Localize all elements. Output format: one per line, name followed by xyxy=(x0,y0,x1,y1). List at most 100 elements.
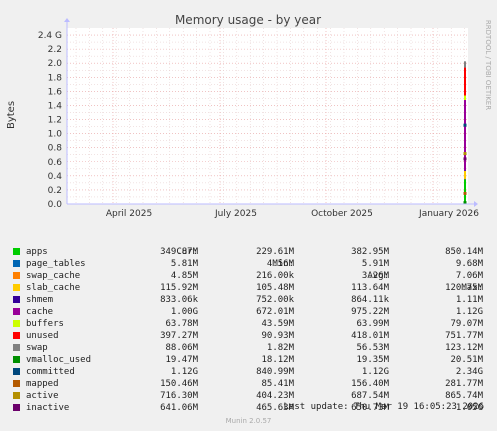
legend-label-cache: cache xyxy=(26,307,54,317)
legend-min-active: 404.23M xyxy=(256,391,294,401)
legend-min-unused: 90.93M xyxy=(261,331,294,341)
legend-max-cache: 1.12G xyxy=(455,307,483,317)
legend-avg-active: 687.54M xyxy=(351,391,389,401)
legend-max-active: 865.74M xyxy=(445,391,483,401)
legend-cur-active: 716.30M xyxy=(160,391,198,401)
legend-min-swap_cache: 216.00k xyxy=(256,271,294,281)
legend-label-vmalloc_used: vmalloc_used xyxy=(26,355,92,365)
munin-version: Munin 2.0.57 xyxy=(225,417,272,425)
legend-label-swap: swap xyxy=(26,343,48,353)
legend-row-swap_cache: swap_cache 4.85M 216.00k 3.26M 7.06M xyxy=(0,270,497,282)
y-tick-label: 2.0 xyxy=(48,59,63,69)
legend-swatch-shmem xyxy=(13,296,20,303)
legend-cur-mapped: 150.46M xyxy=(160,379,198,389)
x-tick-label: October 2025 xyxy=(311,209,373,219)
legend-row-cache: cache 1.00G 672.01M 975.22M 1.12G xyxy=(0,306,497,318)
y-tick-label: 1.8 xyxy=(48,73,63,83)
legend-swatch-cache xyxy=(13,308,20,315)
legend-label-mapped: mapped xyxy=(26,379,59,389)
y-tick-label: 0.8 xyxy=(48,144,63,154)
legend-min-committed: 840.99M xyxy=(256,367,294,377)
legend-cur-shmem: 833.06k xyxy=(160,295,198,305)
y-tick-label: 1.6 xyxy=(48,87,63,97)
legend-max-unused: 751.77M xyxy=(445,331,483,341)
legend-min-swap: 1.82M xyxy=(266,343,294,353)
series-mark-unused xyxy=(464,67,466,96)
legend-swatch-slab_cache xyxy=(13,284,20,291)
y-tick-label: 0.6 xyxy=(48,158,63,168)
legend-swatch-swap_cache xyxy=(13,272,20,279)
legend-cur-swap_cache: 4.85M xyxy=(170,271,198,281)
series-point-inactive xyxy=(463,157,467,161)
series-mark-apps xyxy=(464,179,466,204)
series-point-active xyxy=(463,152,467,156)
series-mark-buffers xyxy=(464,95,466,101)
legend-label-active: active xyxy=(26,391,59,401)
y-tick-label: 2.4 G xyxy=(38,31,62,41)
legend-min-page_tables: 4.56M xyxy=(266,259,294,269)
legend-swatch-vmalloc_used xyxy=(13,356,20,363)
legend-cur-vmalloc_used: 19.47M xyxy=(165,355,198,365)
legend-avg-vmalloc_used: 19.35M xyxy=(356,355,389,365)
legend-row-active: active 716.30M 404.23M 687.54M 865.74M xyxy=(0,390,497,402)
legend: Cur: Min: Avg: Max: apps 349.87M 229.61M 38… xyxy=(0,234,497,414)
legend-row-apps: apps 349.87M 229.61M 382.95M 850.14M xyxy=(0,246,497,258)
series-mark-swap_cache xyxy=(464,178,466,180)
legend-max-apps: 850.14M xyxy=(445,247,483,257)
y-tick-label: 0.2 xyxy=(48,186,62,196)
legend-max-shmem: 1.11M xyxy=(455,295,483,305)
x-tick-label: January 2026 xyxy=(418,209,479,219)
legend-max-page_tables: 9.68M xyxy=(455,259,483,269)
legend-min-slab_cache: 105.48M xyxy=(256,283,294,293)
legend-avg-apps: 382.95M xyxy=(351,247,389,257)
legend-max-swap: 123.12M xyxy=(445,343,483,353)
legend-row-buffers: buffers 63.78M 43.59M 63.99M 79.07M xyxy=(0,318,497,330)
legend-swatch-active xyxy=(13,392,20,399)
legend-avg-page_tables: 5.91M xyxy=(361,259,389,269)
legend-avg-shmem: 864.11k xyxy=(351,295,389,305)
legend-label-swap_cache: swap_cache xyxy=(26,271,81,281)
series-point-mapped xyxy=(463,191,467,195)
legend-avg-mapped: 156.40M xyxy=(351,379,389,389)
y-tick-label: 2.2 xyxy=(48,45,62,55)
legend-avg-swap_cache: 3.26M xyxy=(361,271,389,281)
legend-avg-buffers: 63.99M xyxy=(356,319,389,329)
y-tick-label: 1.0 xyxy=(48,130,63,140)
legend-label-slab_cache: slab_cache xyxy=(26,283,81,293)
series-mark-shmem xyxy=(464,170,466,172)
y-tick-label: 1.2 xyxy=(48,116,62,126)
y-tick-label: 1.4 xyxy=(48,101,63,111)
legend-avg-unused: 418.01M xyxy=(351,331,389,341)
legend-min-apps: 229.61M xyxy=(256,247,294,257)
y-axis-label: Bytes xyxy=(6,101,17,129)
chart-title: Memory usage - by year xyxy=(175,13,321,27)
legend-max-mapped: 281.77M xyxy=(445,379,483,389)
legend-swatch-swap xyxy=(13,344,20,351)
legend-row-slab_cache: slab_cache 115.92M 105.48M 113.64M 120.75M xyxy=(0,282,497,294)
legend-swatch-mapped xyxy=(13,380,20,387)
legend-label-page_tables: page_tables xyxy=(26,259,86,269)
legend-avg-swap: 56.53M xyxy=(356,343,389,353)
legend-cur-page_tables: 5.81M xyxy=(170,259,198,269)
legend-min-cache: 672.01M xyxy=(256,307,294,317)
series-point-committed xyxy=(463,123,467,127)
legend-max-swap_cache: 7.06M xyxy=(455,271,483,281)
legend-cur-buffers: 63.78M xyxy=(165,319,198,329)
legend-row-committed: committed 1.12G 840.99M 1.12G 2.34G xyxy=(0,366,497,378)
legend-max-slab_cache: 120.75M xyxy=(445,283,483,293)
legend-label-apps: apps xyxy=(26,247,48,257)
legend-swatch-committed xyxy=(13,368,20,375)
legend-row-swap: swap 88.06M 1.82M 56.53M 123.12M xyxy=(0,342,497,354)
legend-row-vmalloc_used: vmalloc_used 19.47M 18.12M 19.35M 20.51M xyxy=(0,354,497,366)
legend-row-page_tables: page_tables 5.81M 4.56M 5.91M 9.68M xyxy=(0,258,497,270)
rrdtool-side-label: RRDTOOL / TOBI OETIKER xyxy=(484,20,492,110)
legend-avg-cache: 975.22M xyxy=(351,307,389,317)
chart-area: Memory usage - by year Bytes RRDTOOL / T… xyxy=(0,0,497,232)
legend-cur-unused: 397.27M xyxy=(160,331,198,341)
legend-min-vmalloc_used: 18.12M xyxy=(261,355,294,365)
x-tick-label: April 2025 xyxy=(106,209,152,219)
legend-label-unused: unused xyxy=(26,331,59,341)
legend-max-vmalloc_used: 20.51M xyxy=(450,355,483,365)
last-update-text: Last update: Thu Mar 19 16:05:23 2026 xyxy=(283,402,484,412)
legend-cur-slab_cache: 115.92M xyxy=(160,283,198,293)
